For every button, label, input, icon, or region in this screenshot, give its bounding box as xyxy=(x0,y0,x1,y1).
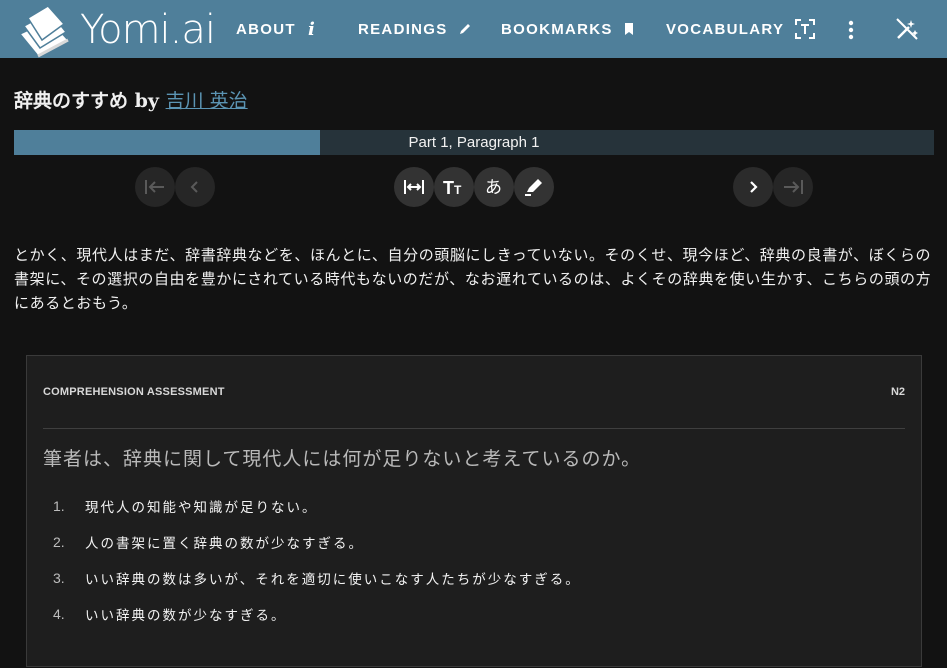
book-stack-icon[interactable] xyxy=(16,4,72,60)
svg-text:i: i xyxy=(308,19,316,39)
width-toggle-button[interactable] xyxy=(394,167,434,207)
assessment-question: 筆者は、辞典に関して現代人には何が足りないと考えているのか。 xyxy=(43,448,642,470)
jlpt-level-badge: N2 xyxy=(890,386,905,398)
author-link[interactable]: 吉川 英治 xyxy=(166,90,248,112)
choice-text: いい辞典の数は多いが、それを適切に使いこなす人たちが少なすぎる。 xyxy=(85,572,581,588)
answer-choice[interactable]: 2. 人の書架に置く辞典の数が少なすぎる。 xyxy=(53,531,364,553)
svg-text:T: T xyxy=(443,178,454,196)
svg-text:あ: あ xyxy=(485,178,502,198)
top-navbar: Yomi.ai ABOUT i READINGS BOOKMARKS VOCAB… xyxy=(0,0,947,58)
comprehension-assessment-card: COMPREHENSION ASSESSMENT N2 筆者は、辞典に関して現代… xyxy=(26,355,922,667)
nav-readings[interactable]: READINGS xyxy=(358,0,472,58)
choice-text: 現代人の知能や知識が足りない。 xyxy=(85,500,318,516)
pencil-icon xyxy=(458,22,472,36)
nav-vocabulary-label: VOCABULARY xyxy=(666,20,785,38)
reading-paragraph[interactable]: とかく、現代人はまだ、辞書辞典などを、ほんとに、自分の頭脳にしきっていない。その… xyxy=(14,243,934,315)
nav-bookmarks-label: BOOKMARKS xyxy=(501,20,613,38)
previous-paragraph-button[interactable] xyxy=(175,167,215,207)
last-paragraph-button[interactable] xyxy=(773,167,813,207)
bookmark-icon xyxy=(623,22,635,36)
brand-name[interactable]: Yomi.ai xyxy=(80,6,216,54)
by-text: by xyxy=(128,90,166,112)
next-paragraph-button[interactable] xyxy=(733,167,773,207)
answer-choice[interactable]: 4. いい辞典の数が少なすぎる。 xyxy=(53,603,287,625)
nav-about[interactable]: ABOUT i xyxy=(236,0,318,58)
reading-title: 辞典のすすめ by 吉川 英治 xyxy=(14,86,248,113)
answer-choice[interactable]: 3. いい辞典の数は多いが、それを適切に使いこなす人たちが少なすぎる。 xyxy=(53,567,581,589)
first-page-icon xyxy=(145,180,164,194)
font-size-button[interactable]: T T xyxy=(434,167,474,207)
highlighter-button[interactable] xyxy=(514,167,554,207)
more-vertical-icon[interactable] xyxy=(843,19,859,41)
reading-title-text: 辞典のすすめ xyxy=(14,90,129,112)
choice-number: 4. xyxy=(53,606,65,622)
first-paragraph-button[interactable] xyxy=(135,167,175,207)
font-size-icon: T T xyxy=(443,178,462,196)
info-icon: i xyxy=(306,19,318,39)
last-page-icon xyxy=(784,180,803,194)
magic-wand-off-icon[interactable] xyxy=(895,17,919,41)
highlighter-icon xyxy=(525,179,542,196)
nav-bookmarks[interactable]: BOOKMARKS xyxy=(501,0,635,58)
chevron-right-icon xyxy=(750,181,758,193)
chevron-left-icon xyxy=(190,181,198,193)
width-toggle-icon xyxy=(404,180,424,194)
assessment-label: COMPREHENSION ASSESSMENT xyxy=(43,386,225,398)
svg-text:T: T xyxy=(454,183,462,196)
nav-vocabulary[interactable]: VOCABULARY xyxy=(666,0,816,58)
nav-readings-label: READINGS xyxy=(358,20,448,38)
choice-text: 人の書架に置く辞典の数が少なすぎる。 xyxy=(85,536,364,552)
choice-number: 1. xyxy=(53,498,65,514)
answer-choice[interactable]: 1. 現代人の知能や知識が足りない。 xyxy=(53,495,318,517)
choice-text: いい辞典の数が少なすぎる。 xyxy=(85,608,287,624)
furigana-icon: あ xyxy=(485,178,502,198)
reading-progress-bar: Part 1, Paragraph 1 xyxy=(14,130,934,155)
text-frame-icon xyxy=(794,18,816,40)
furigana-button[interactable]: あ xyxy=(474,167,514,207)
nav-about-label: ABOUT xyxy=(236,20,296,38)
choice-number: 3. xyxy=(53,570,65,586)
choice-number: 2. xyxy=(53,534,65,550)
card-divider xyxy=(43,428,905,429)
progress-label: Part 1, Paragraph 1 xyxy=(408,134,540,151)
